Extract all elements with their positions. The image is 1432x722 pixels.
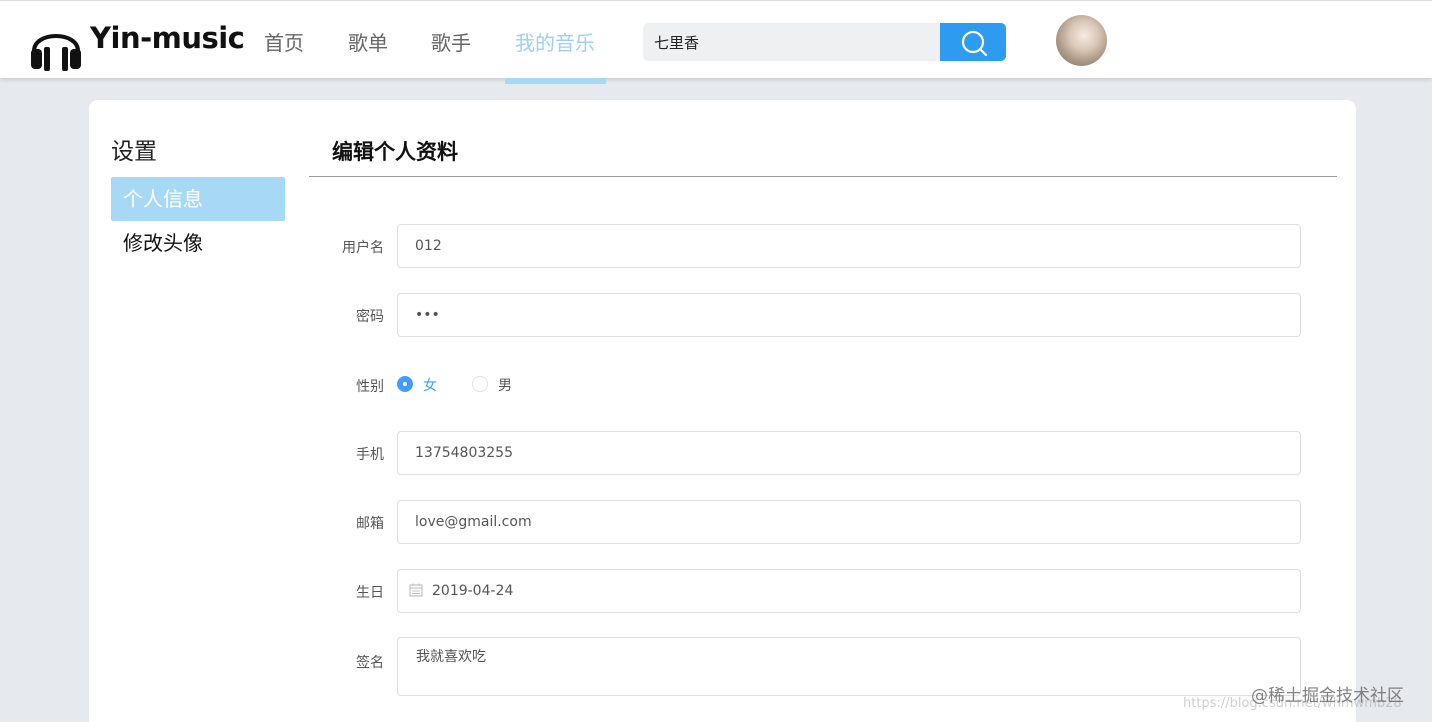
title-divider [309, 176, 1337, 177]
password-label: 密码 [356, 309, 384, 325]
search-button[interactable] [940, 23, 1006, 61]
watermark: @稀土掘金技术社区 [1251, 686, 1404, 706]
email-field[interactable] [397, 500, 1301, 544]
gender-female-radio[interactable] [397, 376, 413, 392]
gender-female-label[interactable]: 女 [423, 375, 437, 395]
top-navbar: Yin-music 首页 歌单 歌手 我的音乐 [0, 0, 1432, 78]
brand-name[interactable]: Yin-music [90, 21, 245, 55]
nav-home[interactable]: 首页 [264, 27, 304, 56]
nav-singer[interactable]: 歌手 [431, 27, 471, 56]
search-input[interactable] [643, 23, 941, 61]
username-field[interactable] [397, 224, 1301, 268]
headphones-icon[interactable] [28, 17, 84, 73]
gender-male-radio[interactable] [472, 376, 488, 392]
birthday-field[interactable] [397, 569, 1301, 613]
calendar-icon [409, 583, 423, 597]
signature-label: 签名 [356, 655, 384, 671]
settings-title: 设置 [111, 139, 157, 165]
search-icon [961, 30, 988, 57]
sidebar-item-profile[interactable]: 个人信息 [111, 177, 285, 221]
nav-active-indicator [505, 78, 606, 84]
phone-field[interactable] [397, 431, 1301, 475]
birthday-label: 生日 [356, 585, 384, 601]
page-title: 编辑个人资料 [332, 140, 458, 164]
password-field[interactable] [397, 293, 1301, 337]
gender-label: 性别 [356, 379, 384, 395]
sidebar-item-avatar[interactable]: 修改头像 [111, 221, 285, 265]
email-label: 邮箱 [356, 516, 384, 532]
user-avatar[interactable] [1056, 15, 1107, 66]
nav-my-music[interactable]: 我的音乐 [515, 27, 595, 56]
username-label: 用户名 [342, 240, 384, 256]
signature-field[interactable]: 我就喜欢吃 [397, 637, 1301, 696]
phone-label: 手机 [356, 447, 384, 463]
nav-playlist[interactable]: 歌单 [348, 27, 388, 56]
gender-male-label[interactable]: 男 [498, 375, 512, 395]
